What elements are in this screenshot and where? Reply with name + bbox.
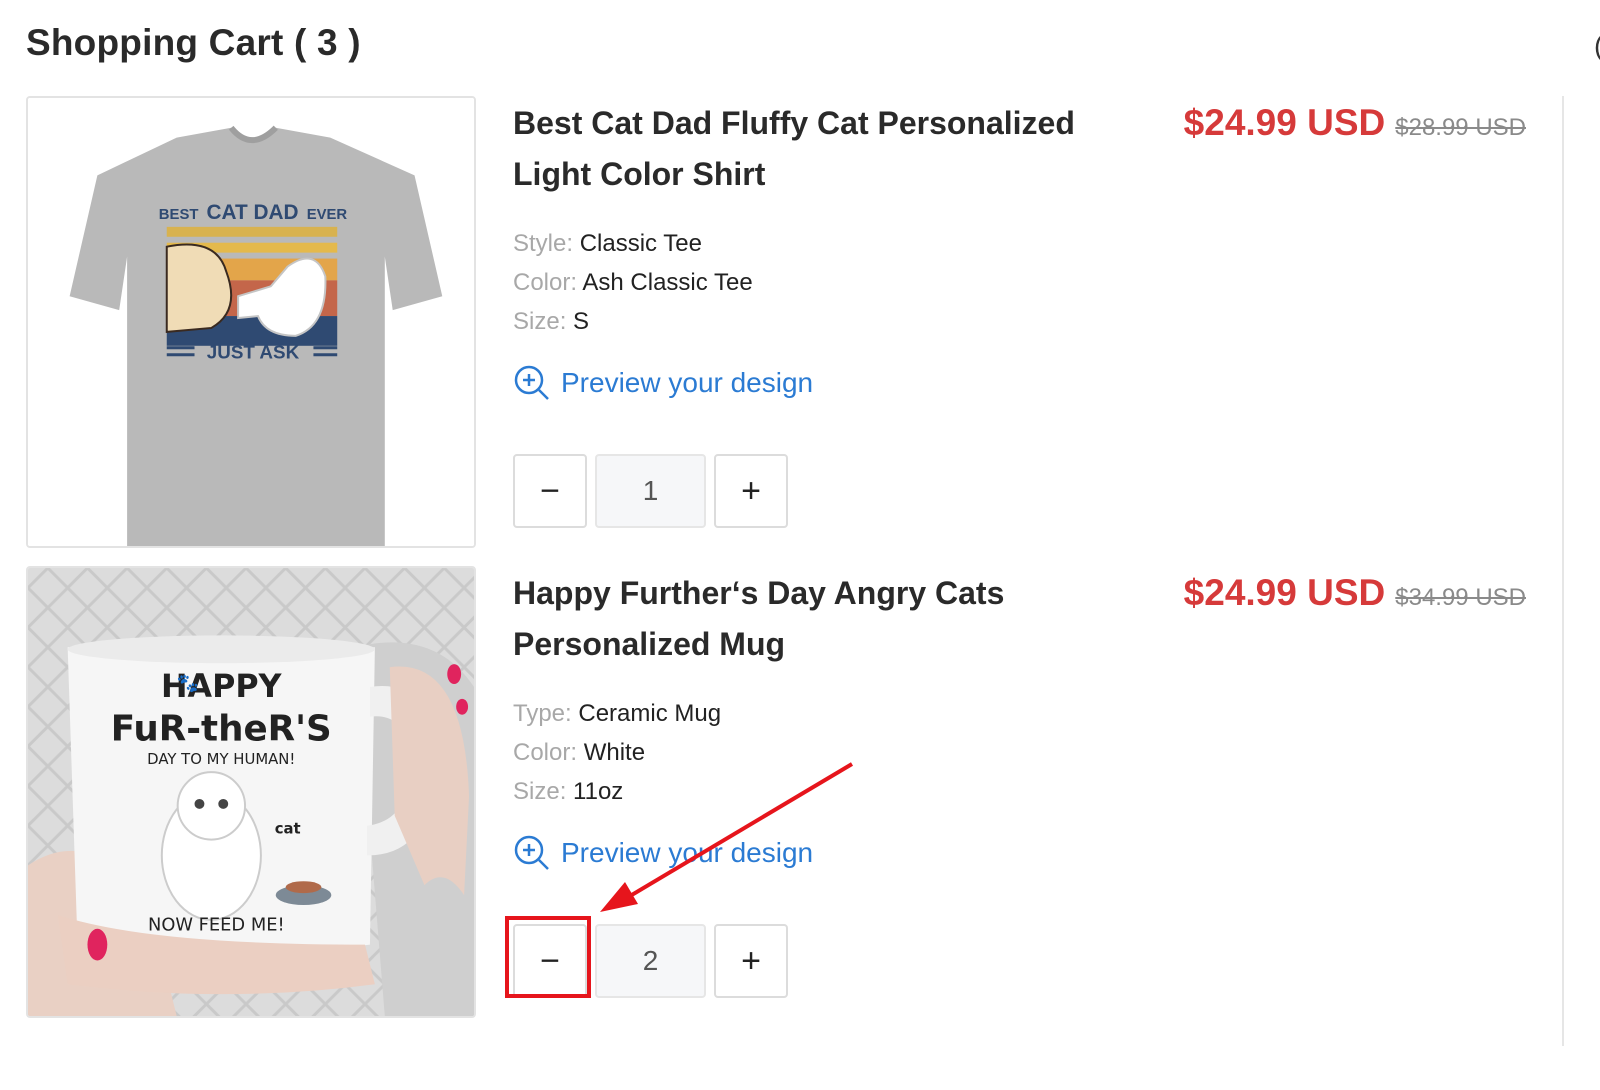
- attribute-value: White: [583, 739, 646, 766]
- original-price: $34.99 USD: [1395, 584, 1526, 611]
- original-price: $28.99 USD: [1395, 114, 1526, 141]
- attribute-key: Style:: [513, 230, 574, 257]
- product-attributes: Style: Classic Tee Color: Ash Classic Te…: [513, 224, 753, 341]
- page-title: Shopping Cart ( 3 ): [26, 22, 361, 63]
- product-attributes: Type: Ceramic Mug Color: White Size: 11o…: [513, 694, 721, 811]
- attribute-value: 11oz: [573, 778, 624, 805]
- mug-illustration: HAPPY 🐾 FuR-theR'S DAY TO MY HUMAN! cat …: [28, 568, 474, 1016]
- zoom-in-icon: [514, 835, 549, 870]
- shirt-text-catdad: CAT DAD: [207, 201, 299, 224]
- current-price: $24.99 USD: [1183, 102, 1386, 143]
- attribute-value: S: [573, 308, 590, 335]
- preview-design-label: Preview your design: [561, 837, 814, 868]
- attribute-key: Size:: [513, 778, 567, 805]
- preview-design-link[interactable]: Preview your design: [513, 364, 813, 402]
- attribute-row: Size: S: [513, 302, 753, 341]
- attribute-key: Size:: [513, 308, 567, 335]
- attribute-value: Classic Tee: [579, 230, 702, 257]
- increase-quantity-button[interactable]: +: [714, 924, 788, 998]
- product-name[interactable]: Best Cat Dad Fluffy Cat Personalized Lig…: [513, 98, 1113, 200]
- shirt-text-justask: JUST ASK: [207, 342, 300, 363]
- cart-item: HAPPY 🐾 FuR-theR'S DAY TO MY HUMAN! cat …: [26, 566, 1536, 1018]
- mug-text-feed: NOW FEED ME!: [148, 915, 285, 936]
- increase-quantity-button[interactable]: +: [714, 454, 788, 528]
- quantity-input[interactable]: 1: [595, 454, 706, 528]
- preview-design-link[interactable]: Preview your design: [513, 834, 813, 872]
- attribute-row: Type: Ceramic Mug: [513, 694, 721, 733]
- attribute-row: Color: Ash Classic Tee: [513, 263, 753, 302]
- decrease-quantity-button[interactable]: −: [513, 454, 587, 528]
- tshirt-illustration: BEST CAT DAD EVER JUST ASK: [28, 98, 474, 546]
- attribute-key: Color:: [513, 739, 578, 766]
- attribute-value: Ash Classic Tee: [582, 269, 753, 296]
- product-name[interactable]: Happy Further‘s Day Angry Cats Personali…: [513, 568, 1113, 670]
- attribute-key: Type:: [513, 700, 572, 727]
- cart-page: Shopping Cart ( 3 ) ( BEST CAT DAD EVER: [0, 0, 1600, 1090]
- divider: [1562, 96, 1564, 1046]
- attribute-row: Style: Classic Tee: [513, 224, 753, 263]
- price-block: $24.99 USD $28.99 USD: [1184, 102, 1526, 144]
- mug-text-further: FuR-theR'S: [111, 708, 332, 749]
- attribute-value: Ceramic Mug: [578, 700, 722, 727]
- attribute-key: Color:: [513, 269, 578, 296]
- shirt-text-best: BEST: [159, 207, 199, 223]
- product-image-shirt[interactable]: BEST CAT DAD EVER JUST ASK: [26, 96, 476, 548]
- preview-design-label: Preview your design: [561, 367, 814, 398]
- product-image-mug[interactable]: HAPPY 🐾 FuR-theR'S DAY TO MY HUMAN! cat …: [26, 566, 476, 1018]
- mug-text-cat: cat: [275, 820, 301, 838]
- attribute-row: Size: 11oz: [513, 772, 721, 811]
- mug-text-day: DAY TO MY HUMAN!: [147, 750, 295, 768]
- cart-item: BEST CAT DAD EVER JUST ASK Best Cat Dad …: [26, 96, 1536, 548]
- zoom-in-icon: [514, 365, 549, 400]
- decrease-quantity-button[interactable]: −: [513, 924, 587, 998]
- current-price: $24.99 USD: [1183, 572, 1386, 613]
- price-block: $24.99 USD $34.99 USD: [1184, 572, 1526, 614]
- edge-glyph: (: [1594, 30, 1600, 62]
- quantity-input[interactable]: 2: [595, 924, 706, 998]
- shirt-text-ever: EVER: [307, 207, 348, 223]
- paw-icon: 🐾: [177, 673, 199, 694]
- attribute-row: Color: White: [513, 733, 721, 772]
